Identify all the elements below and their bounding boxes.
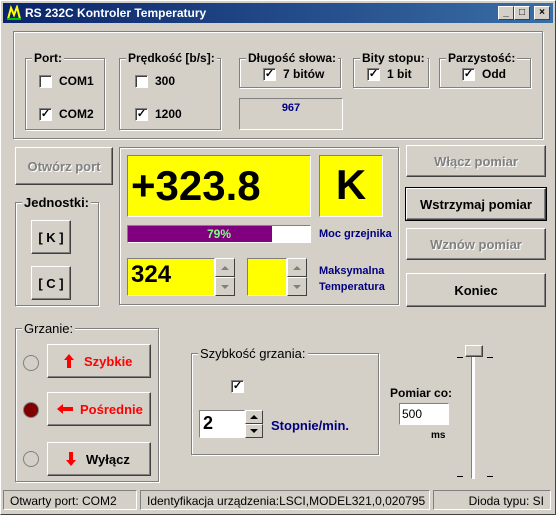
parity-label: Odd: [482, 67, 506, 81]
pause-measurement-button[interactable]: Wstrzymaj pomiar: [405, 187, 547, 221]
max-temp-input[interactable]: 324: [127, 258, 215, 296]
com2-label: COM2: [59, 107, 94, 121]
interval-slider-track: [471, 353, 475, 479]
arrow-up-icon: [221, 265, 229, 270]
open-port-button[interactable]: Otwórz port: [15, 147, 113, 185]
heating-rate-unit: Stopnie/min.: [271, 418, 349, 433]
max-temp-aux-input[interactable]: [247, 258, 287, 296]
status-port: Otwarty port: COM2: [3, 490, 137, 510]
minimize-button[interactable]: _: [498, 6, 514, 20]
heating-fast-indicator: [23, 355, 39, 371]
stop-bits-legend: Bity stopu:: [360, 51, 427, 65]
heating-medium-label: Pośrednie: [80, 401, 143, 417]
arrow-down-icon: [250, 429, 258, 433]
heating-fast-label: Szybkie: [84, 353, 133, 369]
units-legend: Jednostki:: [22, 195, 92, 210]
arrow-left-icon: [57, 404, 73, 414]
resume-measurement-button[interactable]: Wznów pomiar: [406, 228, 546, 260]
arrow-down-icon: [221, 284, 229, 289]
heater-caption: Moc grzejnika: [319, 228, 392, 240]
max-temp-up-button[interactable]: [215, 258, 235, 277]
com1-label: COM1: [59, 74, 94, 88]
heating-rate-group: Szybkość grzania:: [191, 346, 379, 455]
speed-300-label: 300: [155, 74, 176, 88]
max-temp-caption-2: Temperatura: [319, 281, 385, 293]
aux-down-button[interactable]: [287, 277, 307, 296]
heating-medium-indicator: [23, 402, 39, 418]
word-length-label: 7 bitów: [283, 67, 325, 81]
maximize-button[interactable]: □: [514, 6, 530, 20]
parity-legend: Parzystość:: [446, 51, 518, 65]
status-bar: Otwarty port: COM2 Identyfikacja urządze…: [3, 490, 553, 512]
title-bar[interactable]: RS 232C Kontroler Temperatury _ □ ×: [3, 3, 553, 23]
word-length-legend: Długość słowa:: [246, 51, 339, 65]
parity-checkbox[interactable]: ✓: [462, 68, 475, 81]
measure-interval-input[interactable]: 500: [399, 403, 449, 425]
heating-off-button[interactable]: Wyłącz: [47, 442, 151, 476]
window-title: RS 232C Kontroler Temperatury: [25, 6, 207, 20]
stop-bits-label: 1 bit: [387, 67, 412, 81]
measure-interval-unit: ms: [431, 430, 446, 441]
heating-rate-checkbox[interactable]: ✓: [231, 380, 244, 393]
status-device: Identyfikacja urządzenia:LSCI,MODEL321,0…: [140, 490, 430, 510]
close-button[interactable]: ×: [534, 6, 550, 20]
interval-slider-thumb[interactable]: [465, 345, 483, 357]
heating-rate-legend: Szybkość grzania:: [198, 346, 308, 361]
start-measurement-button[interactable]: Włącz pomiar: [406, 145, 546, 177]
max-temp-down-button[interactable]: [215, 277, 235, 296]
end-button[interactable]: Koniec: [406, 273, 546, 307]
heating-off-label: Wyłącz: [86, 451, 130, 467]
arrow-up-icon: [293, 265, 301, 270]
slider-tick: [457, 476, 463, 477]
heating-rate-input[interactable]: 2: [199, 410, 245, 438]
arrow-up-icon: [64, 354, 74, 368]
slider-tick: [487, 357, 493, 358]
speed-1200-checkbox[interactable]: ✓: [135, 108, 148, 121]
heating-fast-button[interactable]: Szybkie: [47, 344, 151, 378]
aux-up-button[interactable]: [287, 258, 307, 277]
stop-bits-checkbox[interactable]: ✓: [367, 68, 380, 81]
rate-down-button[interactable]: [245, 424, 263, 438]
heater-progress-label: 79%: [206, 227, 232, 241]
slider-tick: [457, 357, 463, 358]
kelvin-button[interactable]: [ K ]: [31, 220, 71, 254]
rate-up-button[interactable]: [245, 410, 263, 424]
arrow-up-icon: [250, 415, 258, 419]
status-diode: Dioda typu: SI: [433, 490, 551, 510]
measure-interval-label: Pomiar co:: [390, 386, 453, 400]
arrow-down-icon: [293, 284, 301, 289]
port-legend: Port:: [32, 51, 64, 65]
arrow-down-icon: [66, 452, 76, 466]
temperature-display: +323.8: [127, 155, 311, 217]
speed-legend: Prędkość [b/s]:: [126, 51, 217, 65]
com1-checkbox[interactable]: [39, 75, 52, 88]
celsius-button[interactable]: [ C ]: [31, 266, 71, 300]
heating-off-indicator: [23, 451, 39, 467]
com2-checkbox[interactable]: ✓: [39, 108, 52, 121]
max-temp-caption-1: Maksymalna: [319, 265, 385, 277]
speed-300-checkbox[interactable]: [135, 75, 148, 88]
slider-tick: [487, 476, 493, 477]
counter-display: 967: [239, 98, 343, 130]
app-icon: [7, 5, 21, 20]
heating-medium-button[interactable]: Pośrednie: [47, 392, 151, 426]
speed-1200-label: 1200: [155, 107, 182, 121]
main-window: RS 232C Kontroler Temperatury _ □ × Port…: [0, 0, 556, 515]
unit-display: K: [319, 155, 383, 217]
heating-legend: Grzanie:: [22, 321, 76, 336]
word-length-checkbox[interactable]: ✓: [263, 68, 276, 81]
heater-progress: 79%: [127, 225, 311, 243]
